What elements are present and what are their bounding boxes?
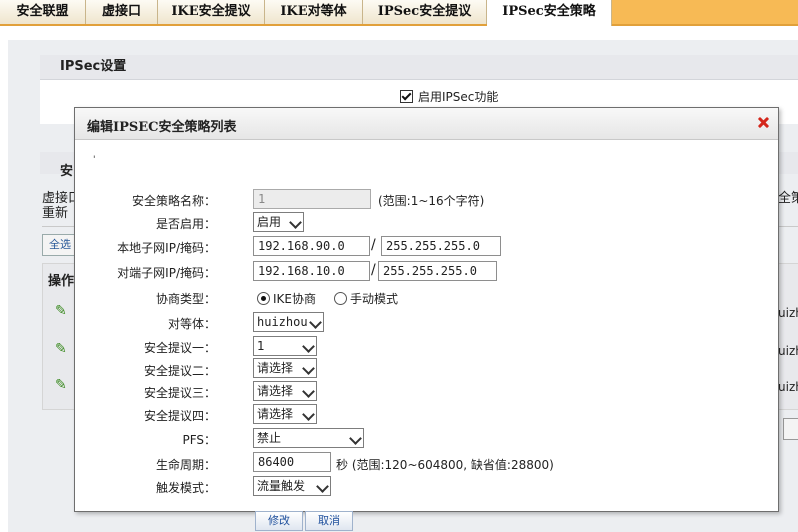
chevron-down-icon <box>316 480 329 493</box>
tab-bar: 安全联盟 虚接口 IKE安全提议 IKE对等体 IPSec安全提议 IPSec安… <box>0 0 798 26</box>
proposal1-select[interactable]: 1 <box>253 336 317 356</box>
local-mask-input[interactable]: 255.255.255.0 <box>381 236 501 256</box>
lifetime-hint: 秒 (范围:120~604800, 缺省值:28800) <box>336 458 554 472</box>
tab-ipsec-policy[interactable]: IPSec安全策略 <box>487 0 612 26</box>
proposal4-select-value: 请选择 <box>257 407 294 421</box>
modify-button[interactable]: 修改 <box>255 511 303 531</box>
tab-ipsec-proposal[interactable]: IPSec安全提议 <box>363 0 487 24</box>
bg-button-fragment[interactable] <box>783 418 798 440</box>
local-subnet-label: 本地子网IP/掩码： <box>117 241 216 255</box>
remote-ip-input[interactable]: 192.168.10.0 <box>253 261 370 281</box>
local-slash: / <box>371 237 376 253</box>
close-icon[interactable] <box>757 116 770 129</box>
peer-select[interactable]: huizhou <box>253 312 324 332</box>
lifetime-label: 生命周期： <box>155 458 216 472</box>
proposal3-select-value: 请选择 <box>257 384 294 398</box>
trigger-mode-label: 触发模式： <box>155 481 216 495</box>
peer-select-value: huizhou <box>257 315 308 329</box>
local-ip-input[interactable]: 192.168.90.0 <box>253 236 370 256</box>
chevron-down-icon <box>302 385 315 398</box>
trigger-mode-select[interactable]: 流量触发 <box>253 476 331 496</box>
table-cell-peer: uizh <box>778 306 798 320</box>
top-gap <box>0 26 798 40</box>
pfs-label: PFS： <box>182 433 216 447</box>
negotiation-ike-label: IKE协商 <box>273 292 316 306</box>
bg-text-fragment-3: 全策 <box>778 191 798 206</box>
dialog-tick-mark: ' <box>93 155 96 165</box>
proposal2-select-value: 请选择 <box>257 361 294 375</box>
chevron-down-icon <box>309 316 322 329</box>
edit-policy-dialog: 编辑IPSEC安全策略列表 ' <box>74 107 779 512</box>
remote-slash: / <box>371 262 376 278</box>
chevron-down-icon <box>302 340 315 353</box>
lifetime-input[interactable]: 86400 <box>253 452 331 472</box>
proposal4-label: 安全提议四： <box>143 409 216 423</box>
chevron-down-icon <box>349 432 362 445</box>
ipsec-settings-header: IPSec设置 <box>40 55 798 80</box>
tab-ike-peer[interactable]: IKE对等体 <box>265 0 363 24</box>
dialog-title: 编辑IPSEC安全策略列表 <box>87 120 237 135</box>
policy-list-title-fragment: 安 <box>60 164 74 179</box>
chevron-down-icon <box>289 216 302 229</box>
negotiation-type-label: 协商类型： <box>155 292 216 306</box>
chevron-down-icon <box>302 408 315 421</box>
proposal2-select[interactable]: 请选择 <box>253 358 317 378</box>
radio-selected-icon <box>257 292 270 305</box>
remote-mask-input[interactable]: 255.255.255.0 <box>378 261 497 281</box>
tab-virtual-interface[interactable]: 虚接口 <box>86 0 158 24</box>
negotiation-manual-label: 手动模式 <box>350 292 399 306</box>
policy-name-hint: (范围:1~16个字符) <box>378 194 485 208</box>
chevron-down-icon <box>302 362 315 375</box>
dialog-header: 编辑IPSEC安全策略列表 <box>75 108 778 140</box>
enabled-select-value: 启用 <box>257 215 282 229</box>
enabled-label: 是否启用： <box>155 217 216 231</box>
proposal3-select[interactable]: 请选择 <box>253 381 317 401</box>
panel-title: IPSec设置 <box>60 59 127 74</box>
enabled-select[interactable]: 启用 <box>253 212 304 232</box>
pfs-select[interactable]: 禁止 <box>253 428 364 448</box>
tab-ike-proposal[interactable]: IKE安全提议 <box>158 0 265 24</box>
proposal2-label: 安全提议二： <box>143 364 216 378</box>
proposal1-label: 安全提议一： <box>143 341 216 355</box>
table-cell-peer: uizh <box>778 380 798 394</box>
pfs-select-value: 禁止 <box>257 431 282 445</box>
enable-ipsec-row[interactable]: 启用IPSec功能 <box>400 88 498 105</box>
proposal3-label: 安全提议三： <box>143 386 216 400</box>
enable-ipsec-label: 启用IPSec功能 <box>418 90 499 104</box>
cancel-button[interactable]: 取消 <box>305 511 353 531</box>
trigger-mode-select-value: 流量触发 <box>257 479 306 493</box>
remote-subnet-label: 对端子网IP/掩码： <box>117 266 216 280</box>
proposal4-select[interactable]: 请选择 <box>253 404 317 424</box>
enable-ipsec-checkbox[interactable] <box>400 90 413 103</box>
negotiation-ike-radio[interactable]: IKE协商 <box>257 290 316 307</box>
negotiation-manual-radio[interactable]: 手动模式 <box>334 290 398 307</box>
proposal1-select-value: 1 <box>257 339 265 353</box>
policy-name-label: 安全策略名称： <box>131 194 216 208</box>
radio-unselected-icon <box>334 292 347 305</box>
tab-security-alliance[interactable]: 安全联盟 <box>0 0 86 24</box>
table-cell-peer: uizh <box>778 344 798 358</box>
peer-label: 对等体： <box>167 317 216 331</box>
policy-name-input[interactable]: 1 <box>253 189 371 209</box>
